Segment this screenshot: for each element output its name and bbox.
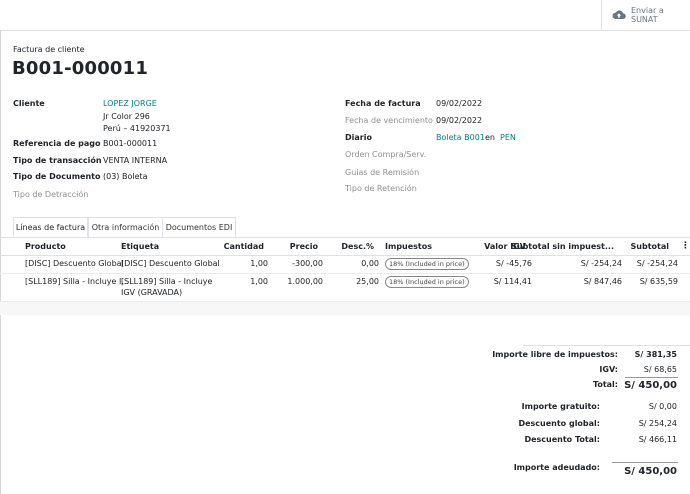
client-label: Cliente	[13, 99, 45, 108]
row-igv-value: S/ 114,41	[493, 277, 532, 286]
document-type-field-value[interactable]: (03) Boleta	[103, 172, 148, 181]
journal-link[interactable]: Boleta B001	[436, 133, 485, 142]
totals-divider-top	[523, 345, 690, 346]
payment-reference-label: Referencia de pago	[13, 139, 101, 148]
amount-due-divider	[612, 462, 678, 463]
cloud-upload-icon	[612, 10, 626, 19]
igv-value: S/ 68,65	[643, 365, 677, 374]
payment-reference-value[interactable]: B001-000011	[103, 139, 157, 148]
transaction-type-label: Tipo de transacción	[13, 156, 102, 165]
col-header-subtotal[interactable]: Subtotal	[631, 242, 669, 251]
total-value: S/ 450,00	[624, 380, 677, 391]
free-amount-label: Importe gratuito:	[521, 402, 600, 411]
retention-type-label: Tipo de Retención	[345, 184, 417, 193]
col-header-product[interactable]: Producto	[25, 242, 66, 251]
row-quantity: 1,00	[250, 277, 268, 286]
row-quantity: 1,00	[250, 259, 268, 268]
document-type-label: Factura de cliente	[13, 45, 85, 54]
invoice-date-label: Fecha de factura	[345, 99, 421, 108]
row-label-line2: IGV (GRAVADA)	[121, 288, 183, 297]
global-discount-label: Descuento global:	[518, 419, 600, 428]
currency-link[interactable]: PEN	[500, 133, 516, 142]
row-subtotal: S/ 635,59	[639, 277, 678, 286]
row-subtotal-untaxed: S/ 847,46	[583, 277, 622, 286]
invoice-date-value[interactable]: 09/02/2022	[436, 99, 482, 108]
client-address-line1: Jr Color 296	[103, 112, 150, 121]
igv-label: IGV:	[599, 365, 618, 374]
untaxed-amount-value: S/ 381,35	[634, 350, 677, 359]
row-price: 1.000,00	[287, 277, 323, 286]
total-discount-label: Descuento Total:	[524, 435, 600, 444]
table-row[interactable]: [DISC] Descuento Global [DISC] Descuento…	[0, 256, 690, 274]
row-product: [DISC] Descuento Global	[25, 259, 124, 268]
table-row[interactable]: [SLL189] Silla - Incluye I... [SLL189] S…	[0, 274, 690, 302]
row-discount: 25,00	[356, 277, 379, 286]
client-name-link[interactable]: LOPEZ JORGE	[103, 99, 157, 108]
amount-due-value: S/ 450,00	[624, 466, 677, 477]
total-divider	[625, 377, 678, 378]
top-button-bar: Enviar a SUNAT	[0, 0, 690, 31]
journal-currency-connector: en	[485, 133, 495, 142]
journal-label: Diario	[345, 133, 372, 142]
total-label: Total:	[592, 380, 618, 389]
global-discount-value: S/ 254,24	[638, 419, 677, 428]
document-type-field-label: Tipo de Documento	[13, 172, 101, 181]
invoice-number: B001-000011	[12, 58, 149, 79]
remission-guides-label: Guias de Remisión	[345, 168, 420, 177]
tax-badge: 18% (Included in price)	[385, 276, 469, 288]
tab-invoice-lines[interactable]: Líneas de factura	[13, 217, 88, 237]
row-product: [SLL189] Silla - Incluye I...	[25, 277, 129, 286]
row-subtotal: S/ -254,24	[636, 259, 678, 268]
col-header-price[interactable]: Precio	[290, 242, 318, 251]
row-subtotal-untaxed: S/ -254,24	[580, 259, 622, 268]
purchase-order-label: Orden Compra/Serv.	[345, 150, 427, 159]
col-header-taxes[interactable]: Impuestos	[385, 242, 432, 251]
col-header-discount[interactable]: Desc.%	[341, 242, 374, 251]
empty-lines-area	[0, 302, 690, 315]
detraction-type-label: Tipo de Detracción	[13, 190, 89, 199]
row-price: -300,00	[292, 259, 323, 268]
due-date-value[interactable]: 09/02/2022	[436, 116, 482, 125]
total-discount-value: S/ 466,11	[638, 435, 677, 444]
amount-due-label: Importe adeudado:	[513, 463, 600, 472]
free-amount-value: S/ 0,00	[648, 402, 677, 411]
table-header: Producto Etiqueta Cantidad Precio Desc.%…	[0, 238, 690, 256]
col-header-label[interactable]: Etiqueta	[121, 242, 159, 251]
send-to-sunat-label: Enviar a SUNAT	[631, 6, 664, 24]
tab-other-info[interactable]: Otra información	[88, 217, 163, 237]
row-discount: 0,00	[361, 259, 379, 268]
untaxed-amount-label: Importe libre de impuestos:	[492, 350, 618, 359]
tax-badge: 18% (Included in price)	[385, 258, 469, 270]
due-date-label: Fecha de vencimiento	[345, 116, 433, 125]
row-label: [DISC] Descuento Global	[121, 259, 220, 268]
col-header-quantity[interactable]: Cantidad	[224, 242, 264, 251]
row-label: [SLL189] Silla - Incluye	[121, 277, 213, 286]
transaction-type-value[interactable]: VENTA INTERNA	[103, 156, 167, 165]
optional-columns-icon[interactable]: ⋮	[681, 241, 690, 251]
row-igv-value: S/ -45,76	[495, 259, 532, 268]
tab-edi-documents[interactable]: Documentos EDI	[162, 217, 236, 237]
send-to-sunat-button[interactable]: Enviar a SUNAT	[601, 0, 690, 30]
col-header-subtotal-untaxed[interactable]: Subtotal sin impuest...	[511, 242, 614, 251]
client-address-line2: Perú – 41920371	[103, 124, 171, 133]
